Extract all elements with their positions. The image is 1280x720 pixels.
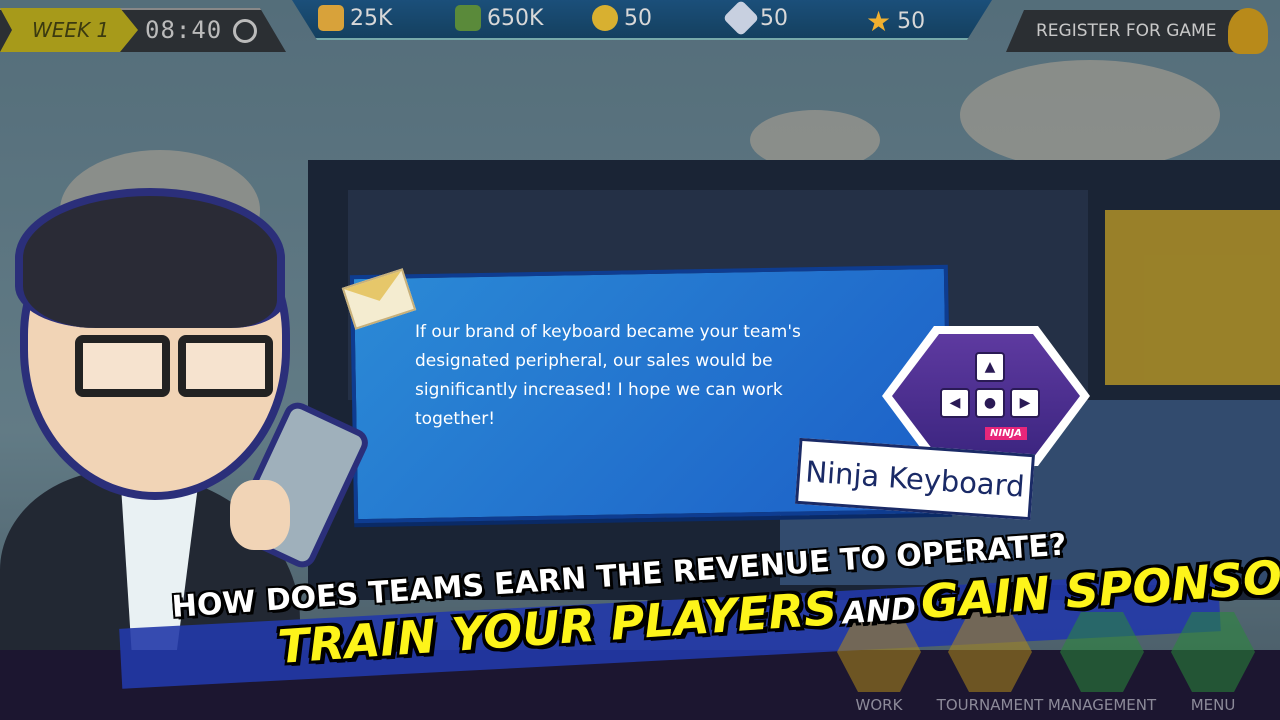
promo-and: AND [841, 591, 918, 632]
register-for-game-button[interactable]: REGISTER FOR GAME [1006, 10, 1242, 52]
resource-strategy: 50 [722, 0, 788, 37]
cloud [960, 60, 1220, 170]
management-icon [1060, 612, 1144, 692]
glasses-icon [178, 335, 273, 397]
resource-card: 25K [318, 5, 392, 31]
nav-label: WORK [855, 696, 903, 714]
resource-value: 650K [487, 5, 544, 31]
resource-star: ★ 50 [866, 5, 925, 38]
glasses-icon [75, 335, 170, 397]
cash-icon [455, 5, 481, 31]
resource-value: 25K [350, 5, 393, 31]
nav-label: TOURNAMENT [936, 696, 1044, 714]
bulb-icon [592, 5, 618, 31]
nav-label: MANAGEMENT [1047, 696, 1157, 714]
trophy-icon[interactable] [1228, 8, 1268, 54]
keyboard-keys-icon: ▲ ◀ ● ▶ [940, 352, 1040, 432]
resource-value: 50 [897, 9, 926, 34]
clock-icon [233, 19, 257, 43]
ninja-logo-text: NINJA [985, 427, 1027, 440]
yellow-room[interactable] [1105, 210, 1280, 385]
resource-cash: 650K [455, 5, 543, 31]
resource-bulb: 50 [592, 5, 652, 31]
week-label: WEEK 1 [0, 8, 138, 52]
character-hand [230, 480, 290, 550]
nav-menu[interactable]: MENU [1158, 600, 1268, 720]
menu-icon [1171, 612, 1255, 692]
resource-value: 50 [760, 5, 788, 31]
timer: 08:40 [145, 16, 223, 44]
strategy-icon [722, 0, 760, 37]
character-hair [15, 188, 285, 328]
nav-label: MENU [1190, 696, 1236, 714]
card-icon [318, 5, 344, 31]
sponsor-message: If our brand of keyboard became your tea… [415, 322, 801, 429]
star-icon: ★ [866, 5, 892, 38]
resource-value: 50 [624, 5, 652, 31]
